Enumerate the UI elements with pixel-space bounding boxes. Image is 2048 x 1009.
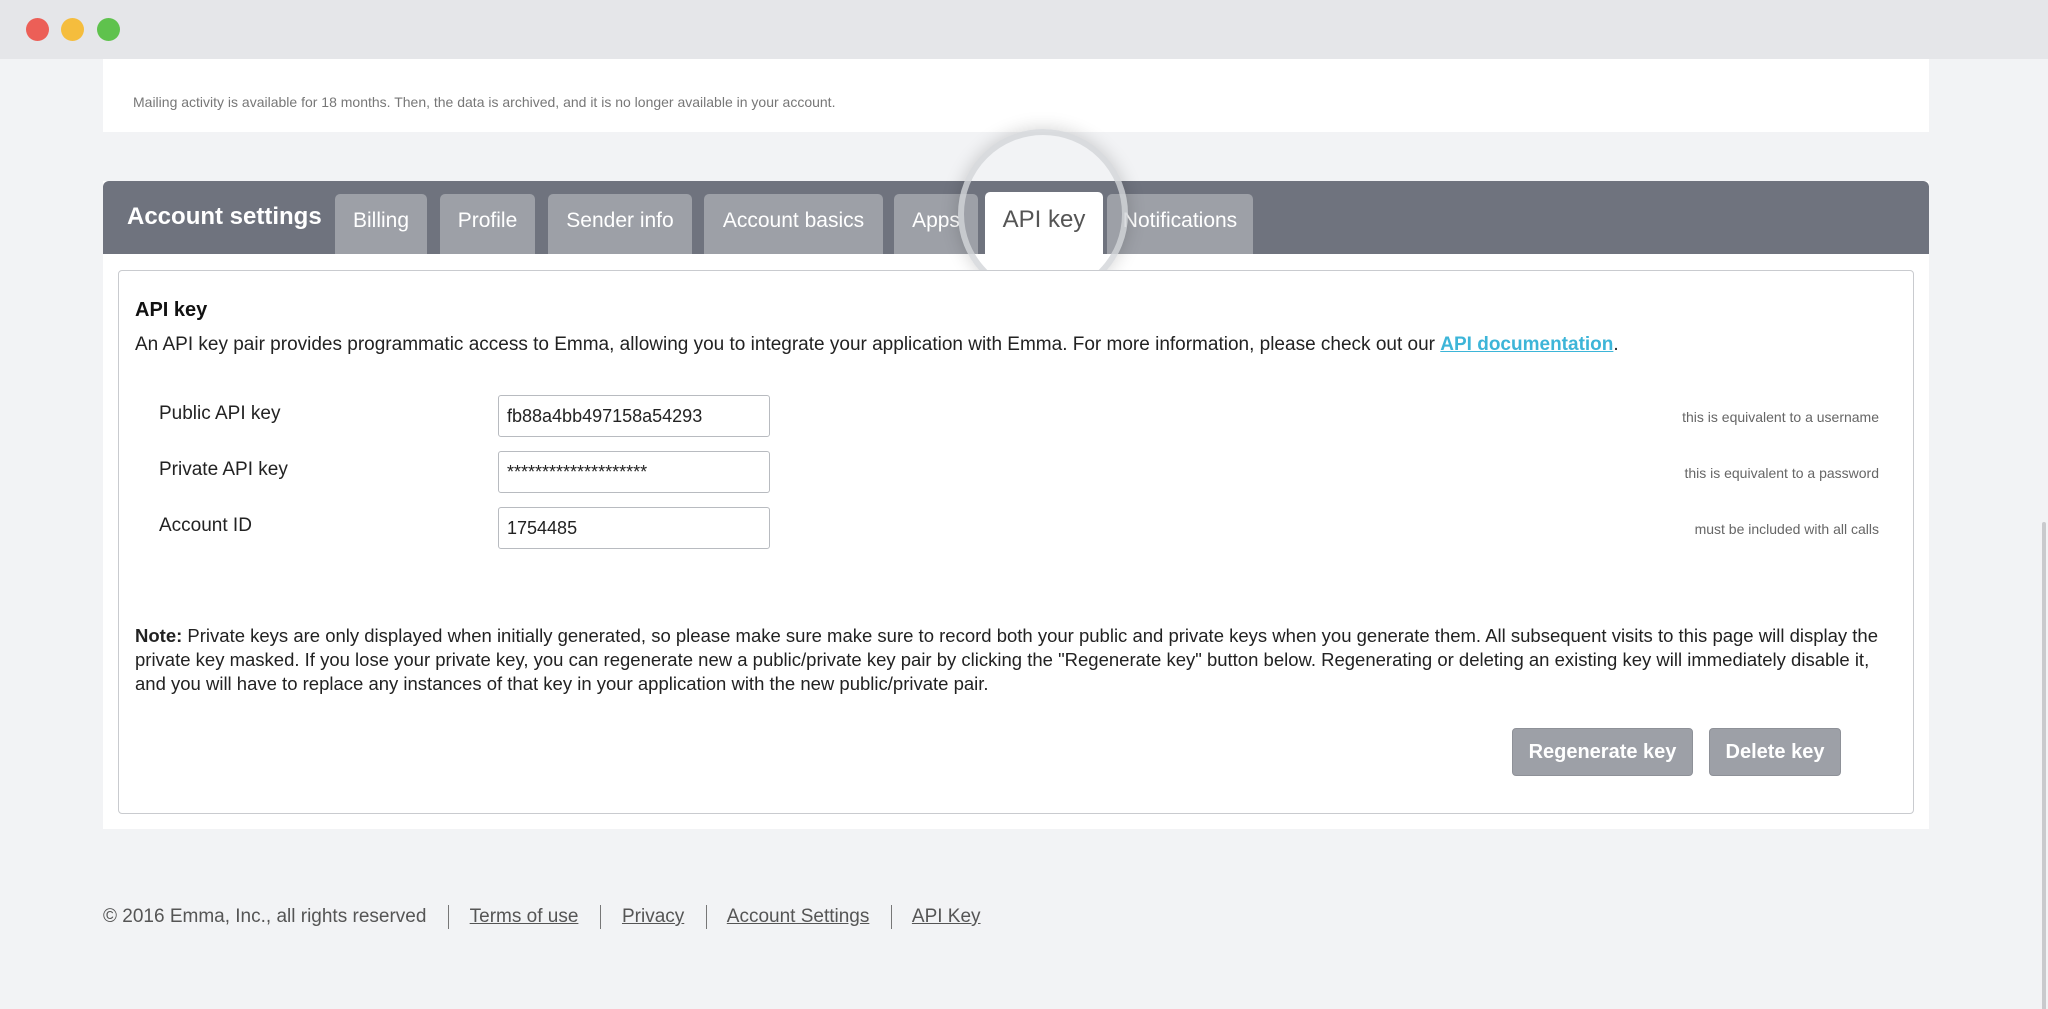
mailing-activity-panel: Mailing activity is available for 18 mon… xyxy=(103,59,1929,132)
private-api-key-row: Private API key this is equivalent to a … xyxy=(159,451,1879,493)
tab-api-key[interactable]: API key xyxy=(985,192,1103,256)
private-api-key-hint: this is equivalent to a password xyxy=(1684,465,1879,481)
settings-heading: Account settings xyxy=(127,203,322,230)
footer-divider xyxy=(599,905,601,929)
footer: © 2016 Emma, Inc., all rights reserved T… xyxy=(103,905,981,929)
footer-divider xyxy=(890,905,892,929)
terms-of-use-link[interactable]: Terms of use xyxy=(470,906,579,927)
private-api-key-field[interactable] xyxy=(498,451,770,493)
account-id-field[interactable] xyxy=(498,507,770,549)
regenerate-key-button[interactable]: Regenerate key xyxy=(1512,728,1693,776)
private-key-note: Note: Private keys are only displayed wh… xyxy=(135,624,1885,696)
scrollbar[interactable] xyxy=(2040,59,2048,1009)
api-key-link[interactable]: API Key xyxy=(912,906,981,927)
privacy-link[interactable]: Privacy xyxy=(622,906,684,927)
public-api-key-field[interactable] xyxy=(498,395,770,437)
footer-divider xyxy=(447,905,449,929)
tab-notifications[interactable]: Notifications xyxy=(1107,194,1253,254)
delete-key-button[interactable]: Delete key xyxy=(1709,728,1841,776)
api-key-title: API key xyxy=(135,299,208,321)
note-text: Private keys are only displayed when ini… xyxy=(135,625,1879,694)
public-api-key-label: Public API key xyxy=(159,403,281,424)
scrollbar-thumb[interactable] xyxy=(2042,522,2046,1009)
note-label: Note: xyxy=(135,625,183,646)
intro-end: . xyxy=(1613,334,1619,355)
tab-account-basics[interactable]: Account basics xyxy=(704,194,883,254)
api-documentation-link[interactable]: API documentation xyxy=(1440,334,1613,355)
tab-profile[interactable]: Profile xyxy=(440,194,535,254)
account-settings-card: Account settings Billing Profile Sender … xyxy=(103,129,1929,829)
window-titlebar xyxy=(0,0,2048,59)
tab-billing[interactable]: Billing xyxy=(335,194,427,254)
minimize-window-button[interactable] xyxy=(61,18,84,41)
account-id-row: Account ID must be included with all cal… xyxy=(159,507,1879,549)
api-key-intro: An API key pair provides programmatic ac… xyxy=(135,334,1619,356)
footer-divider xyxy=(705,905,707,929)
tab-sender-info[interactable]: Sender info xyxy=(548,194,692,254)
private-api-key-label: Private API key xyxy=(159,459,288,480)
settings-tabbar: Account settings Billing Profile Sender … xyxy=(103,129,1929,299)
tab-apps[interactable]: Apps xyxy=(894,194,978,254)
account-settings-link[interactable]: Account Settings xyxy=(727,906,870,927)
intro-text: An API key pair provides programmatic ac… xyxy=(135,334,1441,355)
archive-notice: Mailing activity is available for 18 mon… xyxy=(133,94,836,110)
account-id-hint: must be included with all calls xyxy=(1694,521,1879,537)
close-window-button[interactable] xyxy=(26,18,49,41)
public-api-key-hint: this is equivalent to a username xyxy=(1682,409,1879,425)
account-id-label: Account ID xyxy=(159,515,252,536)
maximize-window-button[interactable] xyxy=(97,18,120,41)
public-api-key-row: Public API key this is equivalent to a u… xyxy=(159,395,1879,437)
copyright: © 2016 Emma, Inc., all rights reserved xyxy=(103,906,427,927)
api-key-panel: API key An API key pair provides program… xyxy=(118,270,1914,814)
